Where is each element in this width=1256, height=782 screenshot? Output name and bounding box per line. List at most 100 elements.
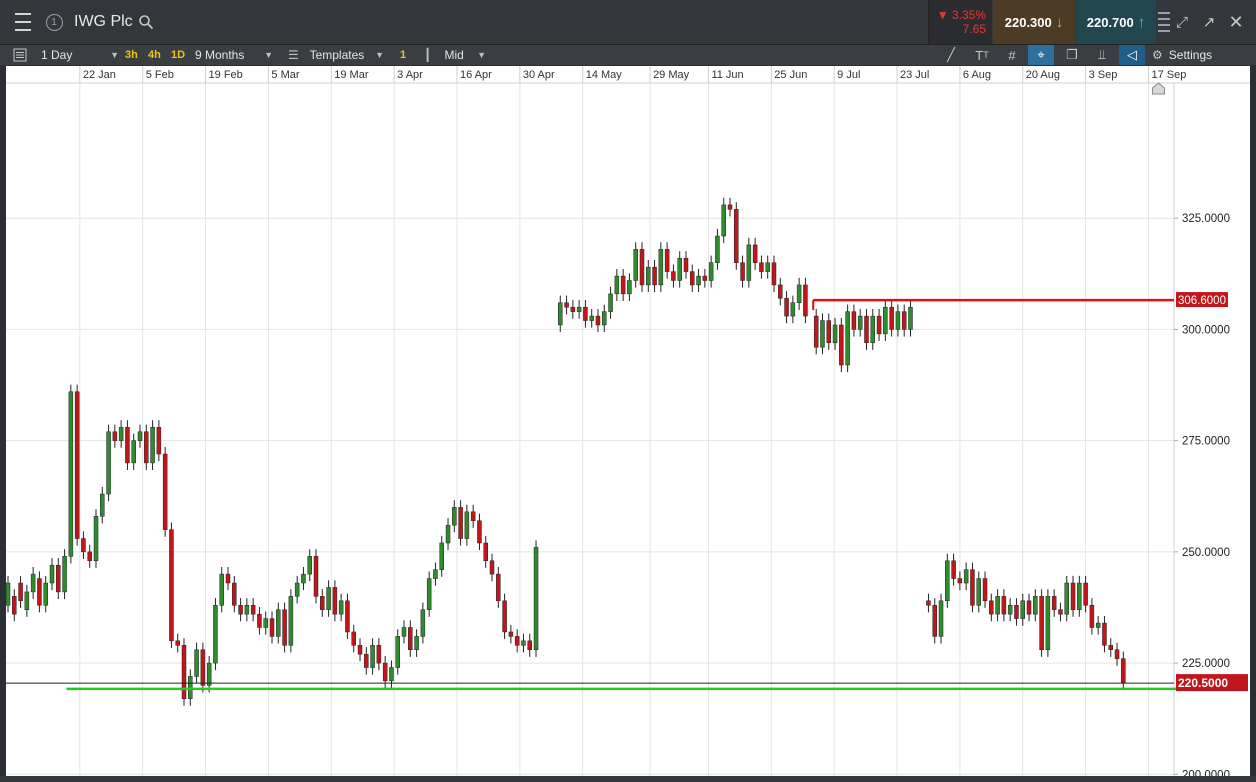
candle-down bbox=[357, 645, 363, 655]
candle-up bbox=[696, 275, 701, 286]
candle-down bbox=[564, 302, 569, 308]
candle-down bbox=[470, 511, 476, 521]
candle-down bbox=[225, 573, 231, 584]
candle-down bbox=[813, 315, 819, 348]
candle-down bbox=[778, 284, 783, 299]
chevron-down-icon: ▼ bbox=[264, 50, 273, 60]
list-icon[interactable] bbox=[13, 45, 31, 65]
chevron-down-icon: ▼ bbox=[375, 50, 384, 60]
x-tick-label: 25 Jun bbox=[774, 69, 807, 81]
candle-up bbox=[895, 311, 901, 330]
text-size-icon[interactable]: TT bbox=[969, 45, 995, 65]
interval-select[interactable]: 1 Day ▼ bbox=[41, 45, 119, 65]
candle-up bbox=[608, 293, 613, 312]
candle-up bbox=[307, 556, 312, 575]
info-icon[interactable]: 1 bbox=[43, 0, 65, 44]
candle-down bbox=[238, 605, 243, 615]
candle-up bbox=[131, 440, 136, 464]
menu-icon[interactable] bbox=[8, 0, 38, 44]
close-icon[interactable]: ✕ bbox=[1223, 0, 1249, 44]
popout-icon[interactable]: ↗ bbox=[1196, 0, 1222, 44]
candle-up bbox=[445, 524, 451, 544]
candle-up bbox=[188, 676, 193, 699]
candle-down bbox=[1102, 622, 1107, 646]
candle-up bbox=[1064, 582, 1069, 615]
range-select[interactable]: 9 Months ▼ bbox=[195, 45, 273, 65]
candle-down bbox=[37, 578, 42, 606]
candle-up bbox=[602, 311, 607, 326]
gear-icon: ⚙ bbox=[1152, 48, 1163, 62]
candle-up bbox=[401, 627, 407, 637]
candle-up bbox=[194, 649, 199, 677]
candle-down bbox=[508, 631, 514, 637]
candle-up bbox=[395, 636, 400, 668]
arrow-down-icon: ↓ bbox=[1055, 13, 1064, 31]
x-tick-label: 19 Feb bbox=[209, 69, 243, 81]
sell-price-button[interactable]: 220.300 ↓ bbox=[993, 0, 1075, 44]
candle-down bbox=[250, 605, 256, 615]
y-tick-label: 200.0000 bbox=[1182, 769, 1230, 776]
timeframe-1d-button[interactable]: 1D bbox=[171, 45, 185, 65]
grid-icon[interactable]: # bbox=[999, 45, 1025, 65]
x-tick-label: 3 Sep bbox=[1089, 69, 1118, 81]
candle-up bbox=[414, 636, 419, 650]
draw-line-icon[interactable]: ╱ bbox=[938, 45, 964, 65]
x-tick-label: 14 May bbox=[586, 69, 623, 81]
candle-down bbox=[332, 587, 338, 615]
candle-up bbox=[820, 320, 825, 348]
candle-up bbox=[521, 640, 526, 646]
price-type-select[interactable]: ┃ Mid ▼ bbox=[424, 45, 486, 65]
candle-up bbox=[213, 605, 218, 664]
layers-icon[interactable]: ❐ bbox=[1059, 45, 1085, 65]
search-icon[interactable] bbox=[136, 0, 156, 44]
indicator-icon[interactable]: ⫫ bbox=[1089, 45, 1115, 65]
candle-up bbox=[658, 249, 664, 286]
x-tick-label: 23 Jul bbox=[900, 69, 929, 81]
arrow-up-icon: ↑ bbox=[1137, 13, 1146, 31]
candle-up bbox=[301, 573, 306, 584]
timeframe-3h-button[interactable]: 3h bbox=[125, 45, 138, 65]
candle-down bbox=[671, 271, 676, 281]
tag-icon[interactable]: ◁ bbox=[1119, 45, 1145, 65]
candle-up bbox=[646, 266, 651, 286]
timeframe-4h-button[interactable]: 4h bbox=[148, 45, 161, 65]
candle-down bbox=[1121, 658, 1126, 684]
candle-down bbox=[740, 262, 745, 281]
candle-down bbox=[970, 569, 975, 606]
candle-down bbox=[144, 431, 149, 464]
x-tick-label: 30 Apr bbox=[523, 69, 555, 81]
templates-select[interactable]: ☰ Templates ▼ bbox=[288, 45, 384, 65]
candle-down bbox=[162, 453, 168, 530]
candle-down bbox=[408, 627, 413, 650]
candle-down bbox=[664, 249, 670, 272]
candle-down bbox=[1026, 600, 1032, 615]
chart-canvas[interactable]: 22 Jan 5 Feb 19 Feb 5 Mar 19 Mar 3 Apr 16 Apr 3… bbox=[6, 66, 1250, 776]
y-tick-label: 300.0000 bbox=[1182, 324, 1230, 336]
candle-up bbox=[43, 582, 48, 606]
candle-down bbox=[313, 556, 319, 597]
candle-down bbox=[502, 600, 507, 633]
candle-down bbox=[982, 578, 988, 602]
candle-icon: ┃ bbox=[424, 48, 432, 62]
candle-down bbox=[477, 520, 482, 544]
settings-button[interactable]: ⚙ Settings bbox=[1152, 45, 1252, 65]
candle-up bbox=[627, 280, 632, 295]
crosshair-icon[interactable]: ⌖ bbox=[1028, 45, 1054, 65]
candle-down bbox=[527, 640, 532, 650]
candle-down bbox=[376, 645, 382, 664]
bottom-scrollbar[interactable] bbox=[0, 776, 1256, 782]
expand-icon[interactable]: ⤢ bbox=[1169, 0, 1195, 44]
candle-up bbox=[1020, 600, 1025, 619]
candle-down bbox=[112, 431, 118, 441]
candle-up bbox=[294, 582, 300, 597]
candle-down bbox=[752, 244, 758, 263]
candle-up bbox=[150, 427, 155, 464]
candle-up bbox=[721, 204, 726, 237]
candle-down bbox=[771, 262, 777, 286]
header-bar: 1 IWG Plc ▼ 3.35% 7.65 220.300 ↓ 220.700… bbox=[0, 0, 1256, 44]
resistance-label: 306.6000 bbox=[1178, 295, 1226, 307]
buy-price-button[interactable]: 220.700 ↑ bbox=[1076, 0, 1156, 44]
one-button[interactable]: 1 bbox=[400, 45, 406, 65]
price-chart[interactable]: 22 Jan 5 Feb 19 Feb 5 Mar 19 Mar 3 Apr 16 Apr 3… bbox=[6, 66, 1250, 776]
candle-down bbox=[18, 582, 23, 602]
